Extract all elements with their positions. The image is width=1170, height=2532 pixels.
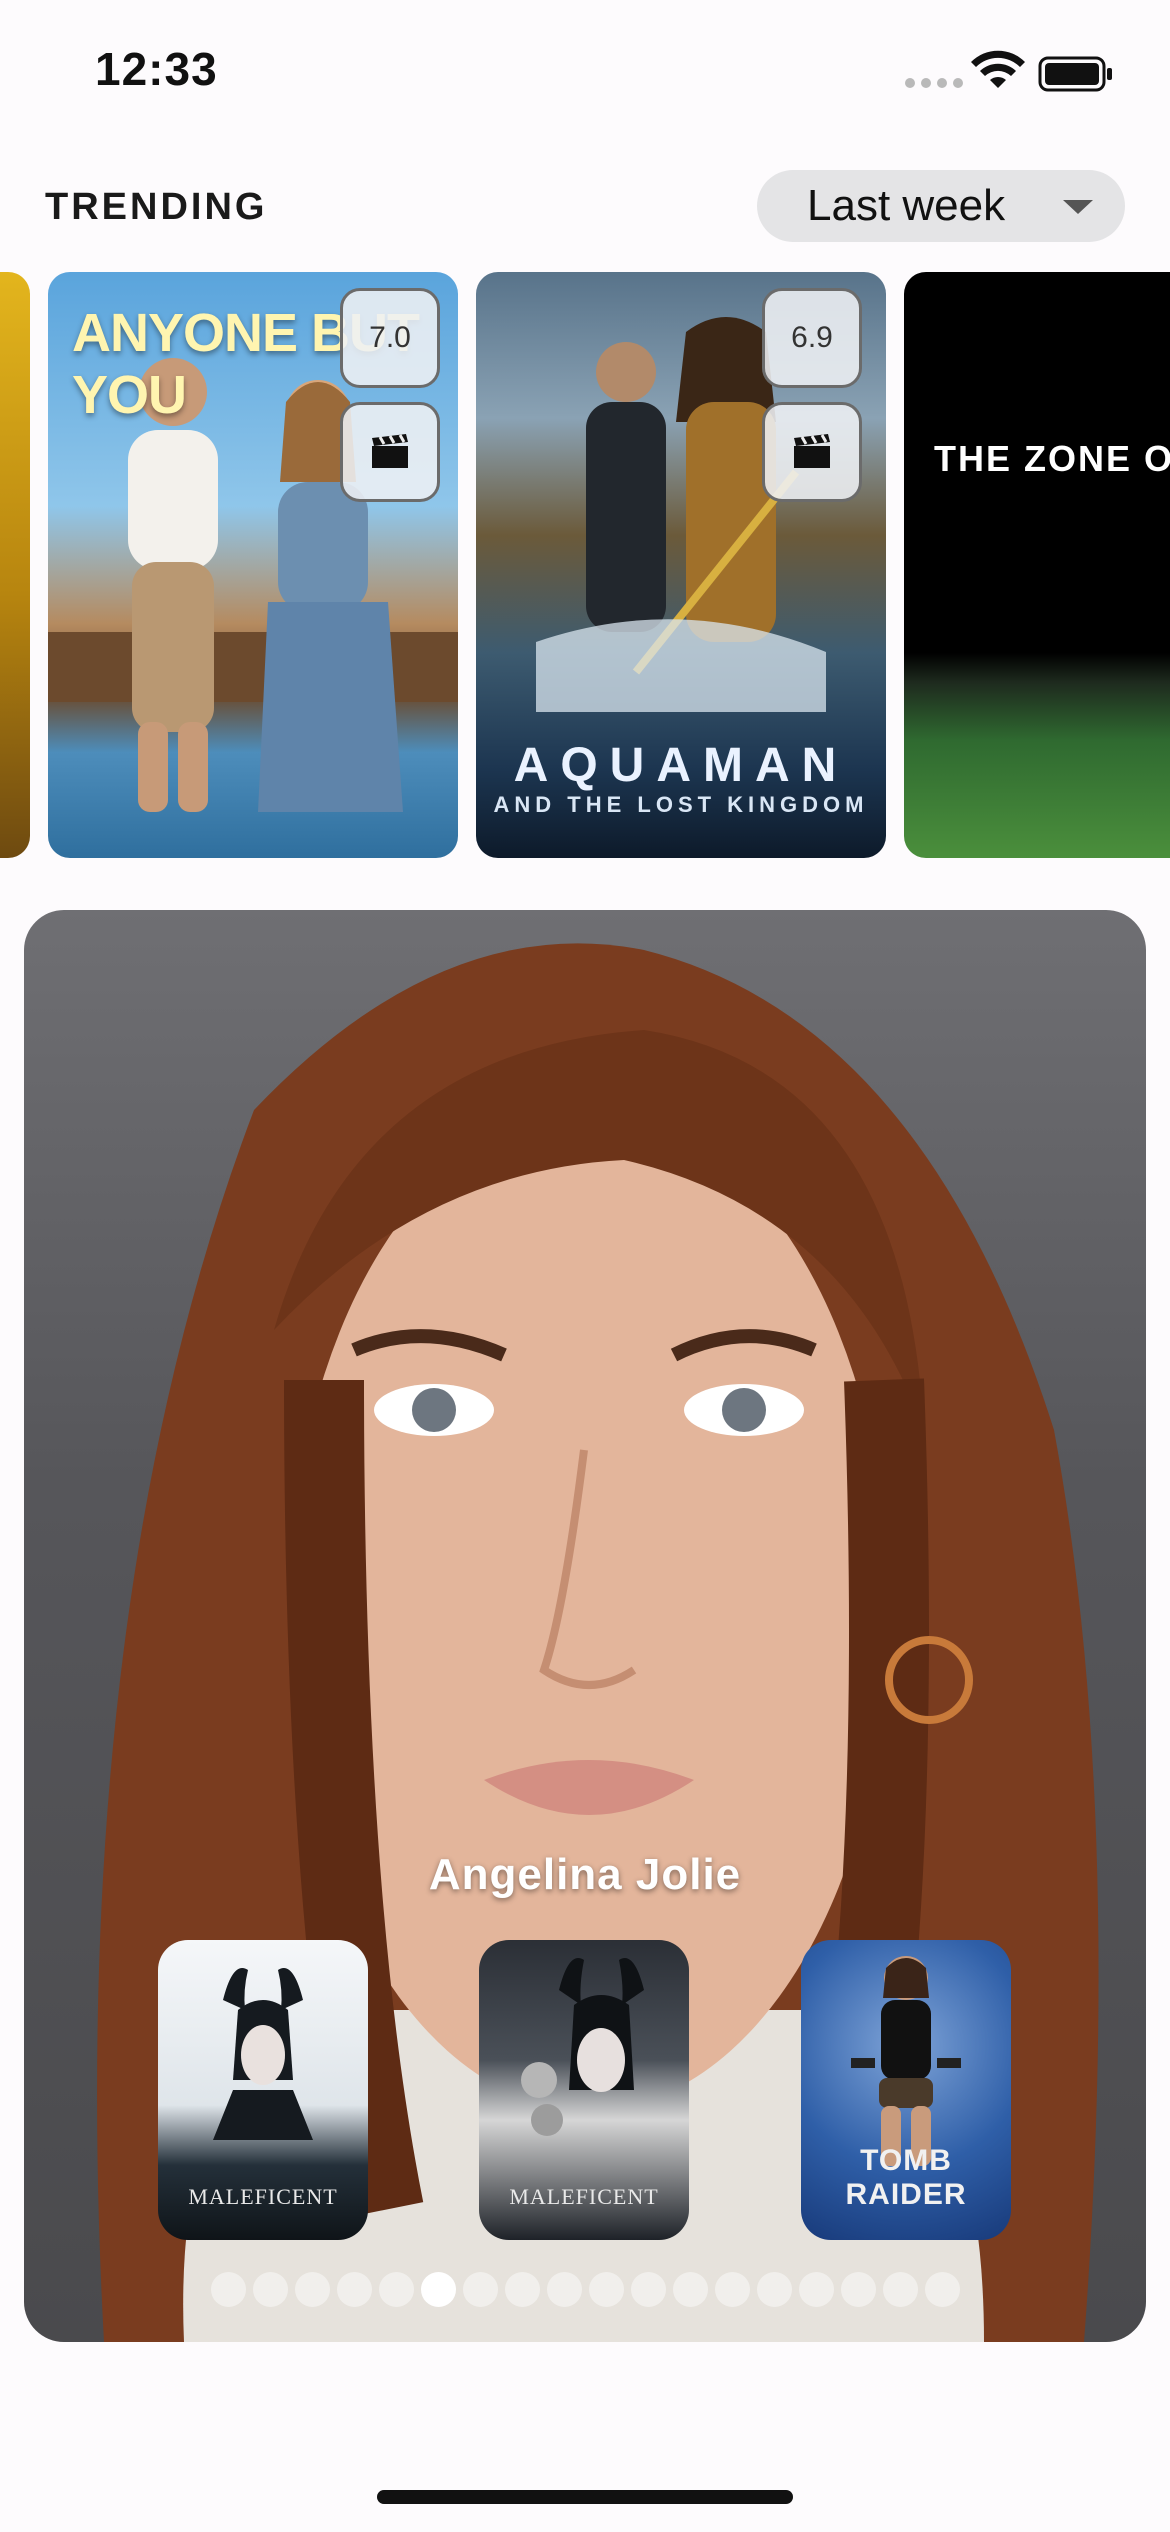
rating-badge: 6.9 — [762, 288, 862, 388]
page-dot[interactable] — [588, 2272, 624, 2307]
page-indicator[interactable] — [24, 2272, 1146, 2307]
movie-type-badge — [340, 402, 440, 502]
page-dot[interactable] — [336, 2272, 372, 2307]
movie-type-badge — [762, 402, 862, 502]
poster-title: MALEFICENT — [188, 2184, 338, 2209]
poster-card[interactable]: ANYONE BUT YOU 7.0 — [48, 272, 458, 858]
page-dot[interactable] — [882, 2272, 918, 2307]
poster-artwork — [851, 1956, 961, 2166]
cellular-signal-icon — [905, 78, 963, 88]
page-dot[interactable] — [714, 2272, 750, 2307]
page-dot[interactable] — [798, 2272, 834, 2307]
page-dot[interactable] — [546, 2272, 582, 2307]
poster-artwork — [213, 1968, 313, 2140]
page-dot[interactable] — [630, 2272, 666, 2307]
trending-carousel[interactable]: ANYONE BUT YOU 7.0 AQUAMAN AND THE LOST … — [0, 272, 1170, 858]
page-dot[interactable] — [210, 2272, 246, 2307]
caret-down-icon — [1063, 200, 1093, 214]
period-dropdown-value: Last week — [807, 181, 1006, 230]
poster-title: TOMB RAIDER — [845, 2144, 967, 2211]
known-for-poster[interactable]: TOMB RAIDER — [801, 1940, 1011, 2240]
poster-card-partial[interactable] — [0, 272, 30, 858]
page-dot[interactable] — [294, 2272, 330, 2307]
home-indicator[interactable] — [377, 2490, 793, 2504]
clapperboard-icon — [794, 434, 830, 468]
poster-title: THE ZONE OF IN — [934, 438, 1170, 479]
battery-icon — [1038, 56, 1112, 92]
page-dot[interactable] — [462, 2272, 498, 2307]
poster-artwork — [521, 1958, 644, 2136]
page-dot[interactable] — [378, 2272, 414, 2307]
poster-card[interactable]: AQUAMAN AND THE LOST KINGDOM 6.9 — [476, 272, 886, 858]
person-name: Angelina Jolie — [428, 1850, 742, 1899]
wifi-icon — [971, 50, 1025, 88]
page-dot-active[interactable] — [420, 2272, 456, 2307]
rating-badge: 7.0 — [340, 288, 440, 388]
clapperboard-icon — [372, 434, 408, 468]
page-dot[interactable] — [504, 2272, 540, 2307]
known-for-poster[interactable]: MALEFICENT — [479, 1940, 689, 2240]
known-for-poster[interactable]: MALEFICENT — [158, 1940, 368, 2240]
page-dot[interactable] — [924, 2272, 960, 2307]
poster-title: MALEFICENT — [509, 2184, 659, 2209]
person-card[interactable]: Angelina Jolie MALEFICENT MALEFICENT TOM… — [24, 910, 1146, 2342]
poster-card-partial[interactable]: THE ZONE OF IN — [904, 272, 1170, 858]
trending-heading: TRENDING — [45, 186, 268, 228]
page-dot[interactable] — [672, 2272, 708, 2307]
page-dot[interactable] — [756, 2272, 792, 2307]
status-bar: 12:33 — [0, 0, 1170, 140]
poster-subtitle: AND THE LOST KINGDOM — [493, 792, 869, 817]
page-dot[interactable] — [840, 2272, 876, 2307]
poster-title: AQUAMAN — [513, 739, 849, 792]
period-dropdown[interactable]: Last week — [757, 170, 1125, 242]
page-dot[interactable] — [252, 2272, 288, 2307]
status-time: 12:33 — [95, 43, 218, 95]
